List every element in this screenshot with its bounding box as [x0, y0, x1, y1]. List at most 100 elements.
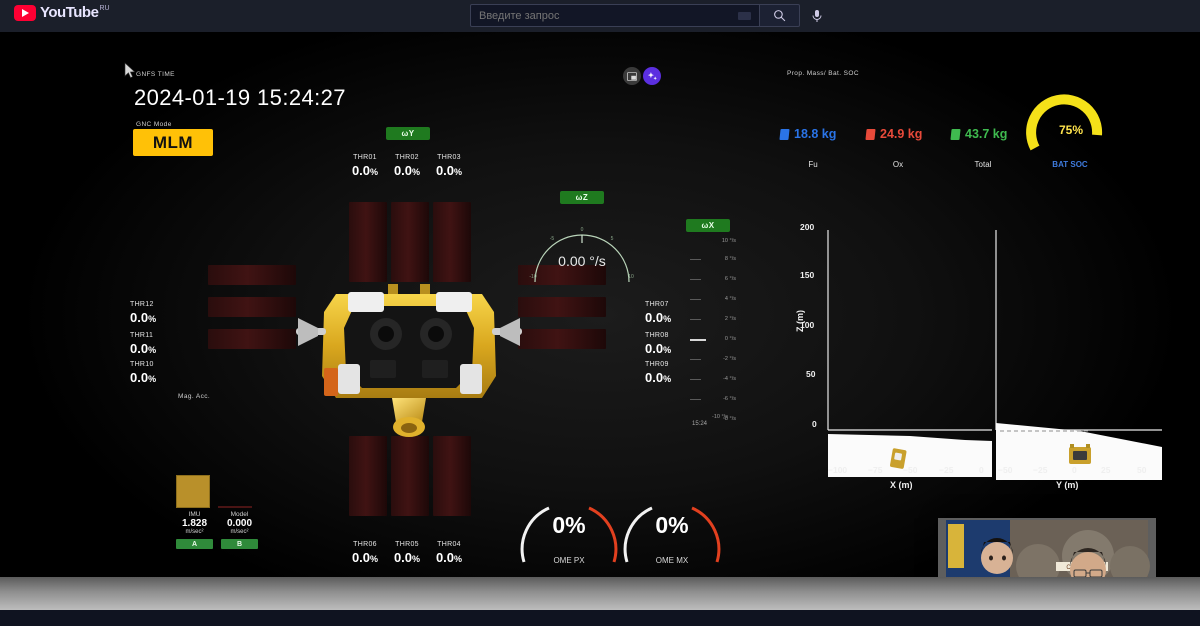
battery-percent: 75% [1058, 123, 1084, 137]
wx-tickmark-8 [690, 259, 701, 260]
ai-sparkle-button[interactable] [643, 67, 661, 85]
youtube-wordmark: YouTube [40, 4, 99, 21]
thr02-name: THR02 [395, 154, 419, 161]
omega-x-chip: ωX [686, 219, 730, 232]
wx-tick-m2: -2 °/s [723, 356, 736, 362]
imu-badge-a: A [176, 539, 213, 549]
z-tick-0: 0 [812, 419, 817, 429]
thruster-bar-r2 [518, 297, 606, 317]
player-controls[interactable]: 1:28:32 / 4:50:40 [0, 577, 1200, 610]
y-tick--25: −25 [1033, 465, 1048, 475]
thr01-value: 0.0% [351, 163, 379, 178]
total-caption: Total [974, 160, 992, 169]
picture-in-picture-icon [627, 71, 637, 81]
model-value: 0.000 [226, 518, 253, 529]
wx-current-marker [690, 339, 706, 341]
omega-z-chip: ωZ [560, 191, 604, 204]
svg-text:0: 0 [581, 227, 584, 233]
thruster-bar-b1 [349, 436, 387, 516]
x-tick--75: −75 [868, 465, 883, 475]
fu-caption: Fu [808, 160, 818, 169]
thr03-name: THR03 [437, 154, 461, 161]
ome-px-value: 0% [552, 512, 586, 538]
wx-tick-4: 4 °/s [724, 296, 736, 302]
thr08-name: THR08 [645, 332, 669, 339]
mag-acc-label: Mag. Acc. [178, 393, 211, 400]
ome-mx-value: 0% [655, 512, 689, 538]
voice-search-button[interactable] [806, 5, 828, 27]
ox-caption: Ox [892, 160, 904, 169]
video-info-bar: SLIM Moon Landing Live & Press Conferenc… [0, 610, 1200, 626]
prop-mass-title: Prop. Mass/ Bat. SOC [787, 70, 859, 77]
fu-value: 18.8 kg [794, 127, 837, 141]
thruster-bar-b3 [433, 436, 471, 516]
thruster-bar-l3 [208, 329, 296, 349]
ox-value: 24.9 kg [880, 127, 923, 141]
accel-values: 1.828 0.000 [176, 518, 258, 529]
keyboard-icon[interactable] [738, 11, 751, 20]
ox-swatch-icon [865, 128, 876, 140]
model-badge-b: B [221, 539, 258, 549]
y-tick-0: 0 [1072, 465, 1077, 475]
total-value: 43.7 kg [965, 127, 1008, 141]
y-tick-50: 50 [1137, 465, 1147, 475]
thr09-value: 0.0% [645, 370, 672, 385]
z-tick-50: 50 [806, 369, 816, 379]
search-icon [774, 10, 786, 22]
prop-item-fu: 18.8 kg [779, 127, 837, 141]
svg-text:-5: -5 [550, 236, 555, 242]
prop-item-ox: 24.9 kg [865, 127, 923, 141]
gnfs-time-label: GNFS TIME [136, 71, 175, 78]
wx-tick-10: 10 °/s [721, 238, 736, 244]
acceleration-panel: IMU Model 1.828 0.000 m/sec² m/sec² A B [176, 472, 258, 549]
search-box[interactable] [470, 4, 760, 27]
gnfs-time-value: 2024-01-19 15:24:27 [134, 85, 346, 110]
thr08-value: 0.0% [645, 341, 672, 356]
mouse-cursor-icon [124, 62, 136, 78]
thr06-value: 0.0% [351, 550, 379, 565]
wx-tickmark-m4 [690, 379, 701, 380]
thr11-value: 0.0% [130, 341, 157, 356]
thruster-bar-t1 [349, 202, 387, 282]
wx-tickmark-4 [690, 299, 701, 300]
wx-tickmark-6 [690, 279, 701, 280]
thr10-name: THR10 [130, 361, 154, 368]
z-tick-200: 200 [800, 222, 815, 232]
thruster-bar-t3 [433, 202, 471, 282]
battery-caption: BAT SOC [1052, 160, 1088, 169]
imu-name: IMU [188, 511, 201, 518]
omega-y-chip: ωY [386, 127, 430, 140]
x-axis-label: X (m) [890, 480, 913, 490]
ome-mx-caption: OME MX [655, 556, 689, 565]
thr01-name: THR01 [353, 154, 377, 161]
thruster-bar-t2 [391, 202, 429, 282]
prop-item-total: 43.7 kg [950, 127, 1008, 141]
thr12-value: 0.0% [130, 310, 157, 325]
thr05-name: THR05 [395, 541, 419, 548]
z-tick-150: 150 [800, 270, 815, 280]
youtube-watch-page: YouTube RU Введите запрос GNFS TIME 2024… [0, 0, 1200, 626]
thr04-value: 0.0% [435, 550, 463, 565]
accel-bars [176, 472, 258, 508]
thr07-value: 0.0% [645, 310, 672, 325]
press-conference-video[interactable]: COLOR OF JAX [938, 518, 1156, 577]
svg-text:10: 10 [628, 274, 634, 280]
press-conference-frame: COLOR OF JAX [938, 518, 1156, 577]
x-tick--100: −100 [828, 465, 848, 475]
wx-tick-0: 0 °/s [724, 336, 736, 342]
search-input[interactable] [479, 9, 738, 22]
video-canvas[interactable]: GNFS TIME 2024-01-19 15:24:27 GNC Mode M… [0, 32, 1200, 577]
thruster-bar-l2 [208, 297, 296, 317]
thr05-value: 0.0% [393, 550, 421, 565]
search-button[interactable] [760, 4, 800, 27]
imu-unit: m/sec² [185, 529, 204, 535]
svg-text:-10: -10 [529, 274, 536, 280]
pip-toggle-button[interactable] [623, 67, 641, 85]
thr11-name: THR11 [130, 332, 154, 339]
wx-tick-8: 8 °/s [724, 256, 736, 262]
thruster-bar-l1 [208, 265, 296, 285]
youtube-logo[interactable]: YouTube RU [14, 5, 110, 21]
accel-names: IMU Model [176, 511, 258, 518]
battery-soc-gauge [1026, 94, 1103, 151]
altitude-profile-charts [827, 230, 1162, 480]
